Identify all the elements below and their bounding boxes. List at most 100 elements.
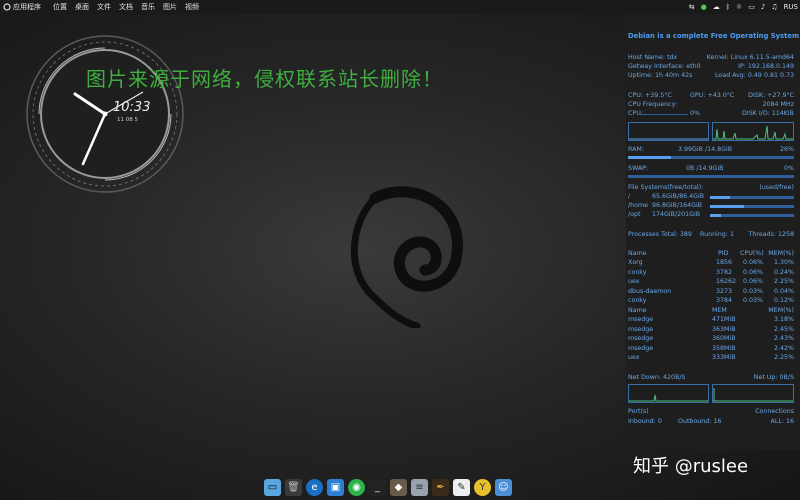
image-viewer-icon[interactable]: ▣ <box>327 478 344 496</box>
cpu-process-cell: 3782 <box>716 268 733 276</box>
ip-info: IP: 192.168.0.149 <box>738 63 794 70</box>
mem-process-cell: msedge <box>628 344 654 352</box>
wechat-tray-icon[interactable]: ● <box>701 3 707 11</box>
yozo-office-icon[interactable]: Y <box>474 478 491 496</box>
ram-percent: 26% <box>780 146 794 153</box>
mem-process-cell: 363MiB <box>712 325 736 333</box>
cpu-process-row: uex 16262 0.06% 2.25% <box>628 278 794 286</box>
cpu-process-row: dbus-daemon 3273 0.03% 0.04% <box>628 288 794 296</box>
mem-process-cell: 471MiB <box>712 316 736 323</box>
swap-label: SWAP: <box>628 165 649 172</box>
net-up: Net Up: 0B/S <box>753 374 794 381</box>
cpu-process-cell: uex <box>628 278 640 285</box>
gateway-info: Getway Interface: eth0 <box>628 63 701 70</box>
debian-swirl-logo <box>345 178 475 330</box>
processes-running: Running: 1 <box>700 231 734 238</box>
conky-system-monitor: Debian is a complete Free Operating Syst… <box>626 14 800 450</box>
network-icon[interactable]: ⇆ <box>689 3 695 11</box>
mem-process-cell: 2.43% <box>773 335 794 342</box>
mem-process-row: msedge 360MiB 2.43% <box>628 335 794 343</box>
menu-desktop[interactable]: 桌面 <box>75 2 89 12</box>
top-panel: 应用程序 位置 桌面 文件 文档 音乐 图片 视频 ⇆ ● ☁ ᛒ ☼ ▭ ♪ … <box>0 0 800 14</box>
net-up-graph <box>712 384 794 403</box>
cpu-process-cell: 0.12% <box>773 297 794 304</box>
swap-bar <box>628 175 794 178</box>
cpu-process-cell: 0.24% <box>773 268 794 276</box>
app-launcher-label: 应用程序 <box>13 3 41 11</box>
database-icon[interactable]: ≡ <box>411 478 428 496</box>
menu-pictures[interactable]: 图片 <box>163 2 177 12</box>
cpu-process-cell: dbus-daemon <box>628 287 672 295</box>
cpu-process-cell: 0.03% <box>743 297 764 304</box>
menu-videos[interactable]: 视频 <box>185 2 199 12</box>
filesystems-used-label: (used/free) <box>759 184 794 191</box>
cpu-frequency-label: CPU Frequency: <box>628 101 677 108</box>
menu-music[interactable]: 音乐 <box>141 2 155 12</box>
mem-process-cell: msedge <box>628 316 654 323</box>
feather-icon[interactable]: ✒ <box>432 478 449 496</box>
cpu-process-cell: 3784 <box>716 297 733 304</box>
cpu-process-cell: 0.04% <box>773 287 794 295</box>
file-manager-icon[interactable]: ▭ <box>264 478 281 496</box>
menu-files[interactable]: 文件 <box>97 2 111 12</box>
clock-date: 11 08 5 <box>117 117 138 123</box>
cpu-process-cell: 0.06% <box>743 259 764 266</box>
dock: ▭ 🗑 e ▣ ◉ _ ◆ ≡ ✒ ✎ Y ☺ <box>260 474 516 500</box>
battery-icon[interactable]: ▭ <box>748 3 755 11</box>
notification-bell-icon[interactable]: ♫ <box>771 3 777 11</box>
menu-places[interactable]: 位置 <box>53 2 67 12</box>
system-tray: ⇆ ● ☁ ᛒ ☼ ▭ ♪ ♫ RUS <box>689 0 798 14</box>
cpu-process-cell: 1856 <box>716 259 733 266</box>
mem-process-row: uex 333MiB 2.25% <box>628 354 794 362</box>
ram-label: RAM: <box>628 146 644 153</box>
keyboard-layout[interactable]: RUS <box>784 3 798 11</box>
text-editor-icon[interactable]: ✎ <box>453 478 470 496</box>
trash-icon[interactable]: 🗑 <box>285 478 302 496</box>
disk-temp: DISK: +27.9°C <box>748 92 794 99</box>
wechat-icon[interactable]: ◉ <box>348 478 365 496</box>
cpu-frequency-value: 2084 MHz <box>762 101 795 108</box>
ram-bar <box>628 156 794 159</box>
edge-browser-icon[interactable]: e <box>306 478 323 496</box>
cpu-process-row: Xorg 1856 0.06% 1.30% <box>628 259 794 267</box>
fs-home-bar <box>710 205 794 208</box>
cpu-table-header: Name PID CPU(%) MEM(%) <box>628 250 794 257</box>
ports-label: Port(s) <box>628 408 649 415</box>
mem-process-row: msedge 358MiB 2.42% <box>628 345 794 353</box>
host-label: Host Name: tdx <box>628 54 678 61</box>
mem-process-row: msedge 471MiB 3.18% <box>628 316 794 324</box>
fs-opt-mount: /opt <box>628 211 641 218</box>
finder-icon[interactable]: ☺ <box>495 478 512 496</box>
app-launcher-button[interactable]: 应用程序 <box>3 2 41 12</box>
menu-documents[interactable]: 文档 <box>119 2 133 12</box>
cpu-process-cell: Xorg <box>628 259 643 266</box>
disk-io: DISK I/O: 114KiB <box>741 110 794 117</box>
cpu-process-cell: 16262 <box>716 278 737 285</box>
disk-io-graph <box>712 122 794 141</box>
mem-process-cell: 333MiB <box>712 354 736 361</box>
mem-process-cell: 3.18% <box>773 316 794 323</box>
cpu-process-cell: conky <box>628 297 647 304</box>
clock-widget: 10:33 11 08 5 <box>25 34 185 194</box>
cloud-icon[interactable]: ☁ <box>713 3 720 11</box>
debian-logo-icon <box>3 3 11 11</box>
gimp-icon[interactable]: ◆ <box>390 478 407 496</box>
bluetooth-icon[interactable]: ᛒ <box>726 3 730 11</box>
terminal-icon[interactable]: _ <box>369 478 386 496</box>
mem-process-cell: msedge <box>628 335 654 342</box>
connections-label: Connections <box>755 408 794 415</box>
fs-opt-bar <box>710 214 794 217</box>
filesystems-label: File Systems(free/total): <box>628 184 704 191</box>
mem-table-header: Name MEM MEM(%) <box>628 307 794 314</box>
cpu-process-row: conky 3782 0.06% 0.24% <box>628 269 794 277</box>
ram-value: 3.99GiB /14.8GiB <box>678 146 733 153</box>
load-avg-info: Load Avg: 0.49 0.81 0.73 <box>715 72 794 79</box>
cpu-usage-bar <box>638 114 688 115</box>
brightness-icon[interactable]: ☼ <box>736 3 742 11</box>
cpu-usage-value: 0% <box>690 110 700 117</box>
gpu-temp: GPU: +43.0°C <box>690 92 735 99</box>
net-down-graph <box>628 384 709 403</box>
cpu-graph <box>628 122 709 141</box>
fs-root-mount: / <box>628 193 631 200</box>
volume-icon[interactable]: ♪ <box>761 3 765 11</box>
